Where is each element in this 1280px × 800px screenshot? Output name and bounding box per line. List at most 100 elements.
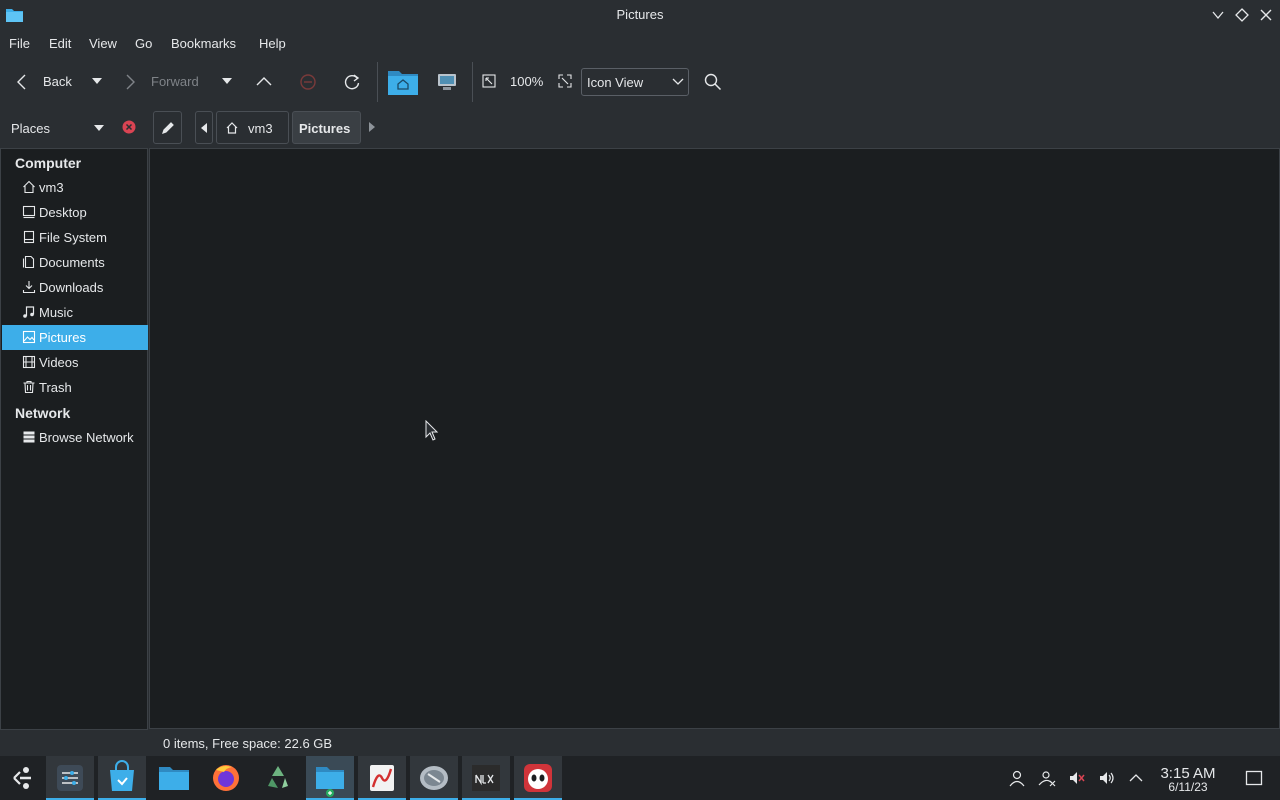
sidebar-item-documents[interactable]: Documents bbox=[2, 250, 148, 275]
close-sidebar-icon[interactable] bbox=[122, 120, 136, 134]
breadcrumb-label: vm3 bbox=[248, 121, 273, 136]
toolbar-separator bbox=[377, 62, 378, 102]
toolbar-separator bbox=[472, 62, 473, 102]
menu-go[interactable]: Go bbox=[135, 36, 152, 51]
menu-help[interactable]: Help bbox=[259, 36, 286, 51]
sidebar-item-desktop[interactable]: Desktop bbox=[2, 200, 148, 225]
clock-date[interactable]: 6/11/23 bbox=[1150, 780, 1226, 794]
sidebar-item-label: Pictures bbox=[39, 330, 86, 345]
sidebar-item-pictures[interactable]: Pictures bbox=[2, 325, 148, 350]
audio-muted-icon[interactable] bbox=[1068, 769, 1086, 787]
volume-icon[interactable] bbox=[1098, 769, 1116, 787]
menu-bar: File Edit View Go Bookmarks Help bbox=[0, 30, 1280, 56]
forward-button[interactable] bbox=[122, 73, 138, 91]
breadcrumb-item-pictures[interactable]: Pictures bbox=[292, 111, 361, 144]
status-bar: 0 items, Free space: 22.6 GB bbox=[150, 731, 1280, 756]
sidebar-item-label: Desktop bbox=[39, 205, 87, 220]
sidebar-item-label: Trash bbox=[39, 380, 72, 395]
zoom-level: 100% bbox=[510, 74, 544, 89]
user-icon[interactable] bbox=[1008, 769, 1026, 787]
sidebar-item-music[interactable]: Music bbox=[2, 300, 148, 325]
back-label[interactable]: Back bbox=[43, 74, 72, 89]
places-title[interactable]: Places bbox=[11, 121, 50, 136]
application-launcher[interactable] bbox=[0, 756, 46, 800]
reload-icon[interactable] bbox=[343, 73, 361, 91]
drive-icon bbox=[22, 230, 36, 244]
breadcrumb-back-button[interactable] bbox=[195, 111, 213, 144]
sidebar-item-label: File System bbox=[39, 230, 107, 245]
sidebar-section-computer: Computer bbox=[15, 155, 82, 171]
sidebar-item-file-system[interactable]: File System bbox=[2, 225, 148, 250]
home-icon bbox=[225, 121, 239, 135]
back-history-dropdown-icon[interactable] bbox=[91, 77, 103, 85]
sidebar-item-downloads[interactable]: Downloads bbox=[2, 275, 148, 300]
file-view-area[interactable] bbox=[149, 148, 1280, 729]
sidebar-item-videos[interactable]: Videos bbox=[2, 350, 148, 375]
show-desktop-icon[interactable] bbox=[1245, 769, 1263, 787]
places-dropdown-icon[interactable] bbox=[93, 124, 105, 132]
search-icon[interactable] bbox=[704, 73, 722, 91]
sidebar-item-label: Documents bbox=[39, 255, 105, 270]
image-icon bbox=[22, 330, 36, 344]
network-icon bbox=[22, 430, 36, 444]
window-title: Pictures bbox=[616, 7, 664, 22]
status-text: 0 items, Free space: 22.6 GB bbox=[163, 736, 333, 751]
caret-right-icon[interactable] bbox=[369, 122, 375, 132]
minimize-icon[interactable] bbox=[1210, 7, 1226, 23]
chevron-down-icon bbox=[672, 78, 684, 86]
view-mode-value: Icon View bbox=[587, 75, 644, 90]
menu-edit[interactable]: Edit bbox=[49, 36, 71, 51]
taskbar bbox=[0, 756, 1280, 800]
title-bar: Pictures bbox=[0, 0, 1280, 30]
documents-icon bbox=[22, 255, 36, 269]
zoom-in-icon[interactable] bbox=[558, 74, 572, 88]
document-viewer-task[interactable] bbox=[358, 756, 406, 800]
system-settings-task[interactable] bbox=[46, 756, 94, 800]
sidebar-item-label: Browse Network bbox=[39, 430, 134, 445]
file-manager-task[interactable] bbox=[150, 756, 198, 800]
pencil-icon bbox=[161, 121, 175, 135]
game-launcher-task[interactable] bbox=[514, 756, 562, 800]
view-mode-select[interactable]: Icon View bbox=[581, 68, 689, 96]
back-button[interactable] bbox=[14, 73, 30, 91]
forward-history-dropdown-icon[interactable] bbox=[221, 77, 233, 85]
dolphin-file-manager-task[interactable] bbox=[306, 756, 354, 800]
close-icon[interactable] bbox=[1258, 7, 1274, 23]
nlux-app-task[interactable] bbox=[462, 756, 510, 800]
computer-icon[interactable] bbox=[437, 72, 457, 92]
sidebar-item-vm3[interactable]: vm3 bbox=[2, 175, 148, 200]
sidebar-section-network: Network bbox=[15, 405, 71, 421]
sidebar-item-label: vm3 bbox=[39, 180, 64, 195]
places-header: Places bbox=[0, 110, 148, 146]
chevron-up-icon[interactable] bbox=[1127, 769, 1145, 787]
breadcrumb-label: Pictures bbox=[299, 121, 351, 136]
sidebar-item-label: Videos bbox=[39, 355, 79, 370]
up-icon[interactable] bbox=[255, 73, 273, 89]
menu-file[interactable]: File bbox=[9, 36, 30, 51]
home-icon bbox=[22, 180, 36, 194]
mouse-cursor-icon bbox=[425, 420, 439, 442]
maximize-icon[interactable] bbox=[1234, 7, 1250, 23]
sidebar-item-label: Downloads bbox=[39, 280, 104, 295]
breadcrumb-item-vm3[interactable]: vm3 bbox=[216, 111, 289, 144]
download-icon bbox=[22, 280, 36, 294]
sidebar-item-trash[interactable]: Trash bbox=[2, 375, 148, 400]
forward-label[interactable]: Forward bbox=[151, 74, 199, 89]
edit-location-button[interactable] bbox=[153, 111, 182, 144]
desktop-icon bbox=[22, 205, 36, 219]
user-switch-icon[interactable] bbox=[1038, 769, 1056, 787]
menu-view[interactable]: View bbox=[89, 36, 117, 51]
stop-icon[interactable] bbox=[299, 73, 317, 91]
discover-store-task[interactable] bbox=[98, 756, 146, 800]
sidebar-item-browse-network[interactable]: Browse Network bbox=[2, 425, 148, 450]
zoom-out-icon[interactable] bbox=[482, 74, 496, 88]
menu-bookmarks[interactable]: Bookmarks bbox=[171, 36, 236, 51]
places-sidebar: Computer vm3 Desktop File System Documen… bbox=[0, 148, 148, 730]
recycle-app-task[interactable] bbox=[254, 756, 302, 800]
caret-left-icon bbox=[201, 123, 207, 133]
firefox-task[interactable] bbox=[202, 756, 250, 800]
music-icon bbox=[22, 305, 36, 319]
disk-utility-task[interactable] bbox=[410, 756, 458, 800]
sidebar-item-label: Music bbox=[39, 305, 73, 320]
home-folder-icon[interactable] bbox=[387, 68, 419, 96]
